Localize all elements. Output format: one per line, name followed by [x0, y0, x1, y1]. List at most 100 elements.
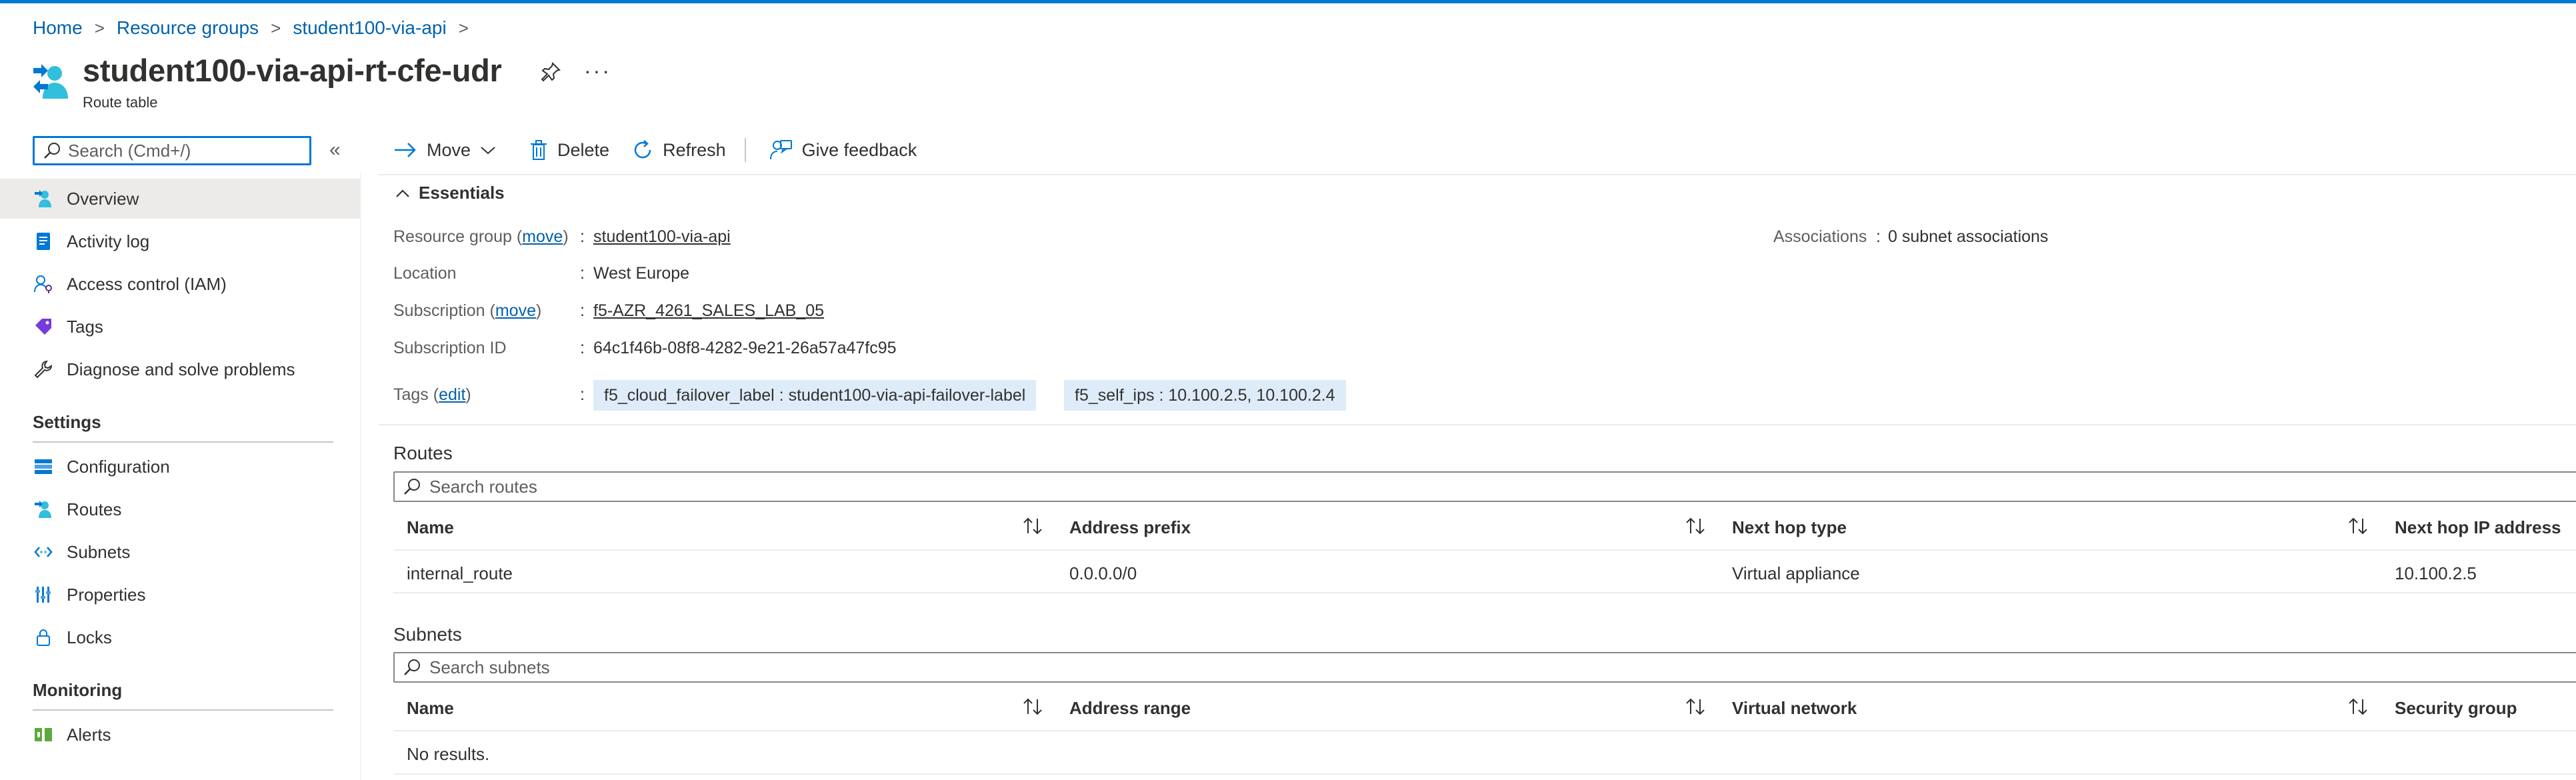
route-name-cell[interactable]: internal_route [407, 563, 513, 584]
sidebar-search-input[interactable] [67, 139, 303, 162]
edit-tags-link[interactable]: edit [439, 385, 465, 404]
sidebar-item-iam[interactable]: Access control (IAM) [0, 264, 360, 304]
column-header-security-group[interactable]: Security group [2395, 698, 2517, 719]
give-feedback-button[interactable]: Give feedback [769, 139, 917, 161]
wrench-icon [34, 360, 53, 379]
subnets-section-title: Subnets [393, 624, 462, 645]
sidebar-item-label: Subnets [67, 541, 131, 562]
sidebar-item-label: Activity log [67, 231, 150, 251]
essentials-label: Essentials [419, 183, 505, 203]
chevron-up-icon [396, 189, 409, 197]
location-label: Location [393, 264, 457, 283]
chevron-down-icon [481, 147, 495, 155]
sidebar-search[interactable] [33, 136, 311, 165]
table-row-divider [393, 592, 2576, 593]
delete-label: Delete [557, 139, 610, 160]
sidebar-item-properties[interactable]: Properties [0, 575, 360, 615]
breadcrumb-separator: > [458, 17, 469, 38]
sort-icon[interactable] [2347, 697, 2369, 717]
essentials-toggle[interactable]: Essentials [395, 183, 505, 203]
sort-icon[interactable] [2347, 516, 2369, 536]
properties-icon [35, 587, 51, 603]
sidebar-item-label: Routes [67, 499, 122, 519]
column-header-next-hop-ip[interactable]: Next hop IP address [2395, 517, 2561, 538]
colon: : [1876, 227, 1881, 246]
sidebar-item-diagnose[interactable]: Diagnose and solve problems [0, 349, 360, 389]
table-row-divider [393, 773, 2576, 775]
sidebar-item-label: Properties [67, 584, 146, 605]
colon: : [580, 385, 585, 404]
monitoring-section-header: Monitoring [33, 680, 123, 700]
colon: : [580, 227, 585, 246]
feedback-icon [769, 140, 792, 160]
section-divider [33, 441, 333, 443]
section-divider [33, 709, 333, 711]
associations-label: Associations [1773, 227, 1867, 246]
delete-button[interactable]: Delete [529, 139, 609, 161]
sort-icon[interactable] [1021, 516, 1044, 536]
give-feedback-label: Give feedback [801, 139, 917, 160]
breadcrumb-home[interactable]: Home [33, 17, 83, 39]
sidebar-item-overview[interactable]: Overview [0, 179, 360, 219]
search-icon [404, 479, 420, 495]
subnets-search[interactable] [393, 652, 2576, 683]
page-subtitle: Route table [83, 94, 158, 111]
colon: : [580, 339, 585, 357]
breadcrumb-resource-group[interactable]: student100-via-api [293, 17, 446, 39]
column-header-name[interactable]: Name [407, 517, 454, 538]
trash-icon [531, 140, 547, 160]
sidebar-divider [360, 173, 361, 780]
column-header-address-range[interactable]: Address range [1069, 698, 1191, 719]
sort-icon[interactable] [1684, 516, 1707, 536]
page-title: student100-via-api-rt-cfe-udr [83, 53, 502, 88]
sort-icon[interactable] [1021, 697, 1044, 717]
move-resource-group-link[interactable]: move [522, 227, 563, 246]
sidebar-item-label: Overview [67, 188, 139, 209]
routes-search-input[interactable] [428, 475, 1364, 498]
breadcrumb-separator: > [94, 17, 105, 38]
sidebar-item-alerts[interactable]: Alerts [0, 715, 360, 755]
breadcrumb-resource-groups[interactable]: Resource groups [117, 17, 259, 39]
iam-icon [34, 275, 52, 293]
column-header-virtual-network[interactable]: Virtual network [1732, 698, 1857, 719]
refresh-icon [634, 140, 651, 159]
resource-group-link[interactable]: student100-via-api [593, 227, 731, 247]
route-table-icon [33, 64, 68, 99]
sidebar-item-tags[interactable]: Tags [0, 307, 360, 347]
sidebar-item-activity-log[interactable]: Activity log [0, 221, 360, 261]
lock-icon [37, 629, 50, 646]
subscription-link[interactable]: f5-AZR_4261_SALES_LAB_05 [593, 301, 824, 321]
search-icon [44, 143, 60, 159]
more-options-button[interactable]: ··· [584, 59, 611, 83]
sidebar-item-locks[interactable]: Locks [0, 617, 360, 657]
move-button[interactable]: Move [393, 140, 507, 161]
column-header-name[interactable]: Name [407, 698, 454, 719]
sidebar-item-label: Diagnose and solve problems [67, 359, 295, 379]
refresh-label: Refresh [663, 139, 726, 160]
sidebar-item-routes[interactable]: Routes [0, 489, 360, 529]
sidebar-item-label: Locks [67, 627, 112, 647]
column-header-next-hop-type[interactable]: Next hop type [1732, 517, 1847, 538]
sidebar-item-subnets[interactable]: Subnets [0, 532, 360, 572]
alerts-icon [35, 728, 52, 741]
colon: : [580, 264, 585, 283]
configuration-icon [35, 459, 52, 474]
empty-results-text: No results. [407, 744, 490, 764]
pin-icon[interactable] [540, 61, 561, 83]
sort-icon[interactable] [1684, 697, 1707, 717]
tag-chip: f5_cloud_failover_label : student100-via… [593, 380, 1037, 411]
routes-section-title: Routes [393, 443, 453, 463]
next-hop-type-cell: Virtual appliance [1732, 563, 1860, 583]
resource-group-label: Resource group (move) [393, 227, 569, 246]
activity-log-icon [37, 233, 50, 250]
table-header-divider [393, 730, 2576, 731]
arrow-right-icon [395, 143, 416, 157]
associations-value: 0 subnet associations [1888, 227, 2049, 246]
sidebar-item-configuration[interactable]: Configuration [0, 447, 360, 487]
subnets-search-input[interactable] [428, 656, 1364, 679]
refresh-button[interactable]: Refresh [632, 139, 726, 161]
routes-search[interactable] [393, 471, 2576, 502]
move-subscription-link[interactable]: move [495, 301, 536, 320]
column-header-address-prefix[interactable]: Address prefix [1069, 517, 1191, 538]
collapse-sidebar-button[interactable]: « [329, 139, 341, 161]
